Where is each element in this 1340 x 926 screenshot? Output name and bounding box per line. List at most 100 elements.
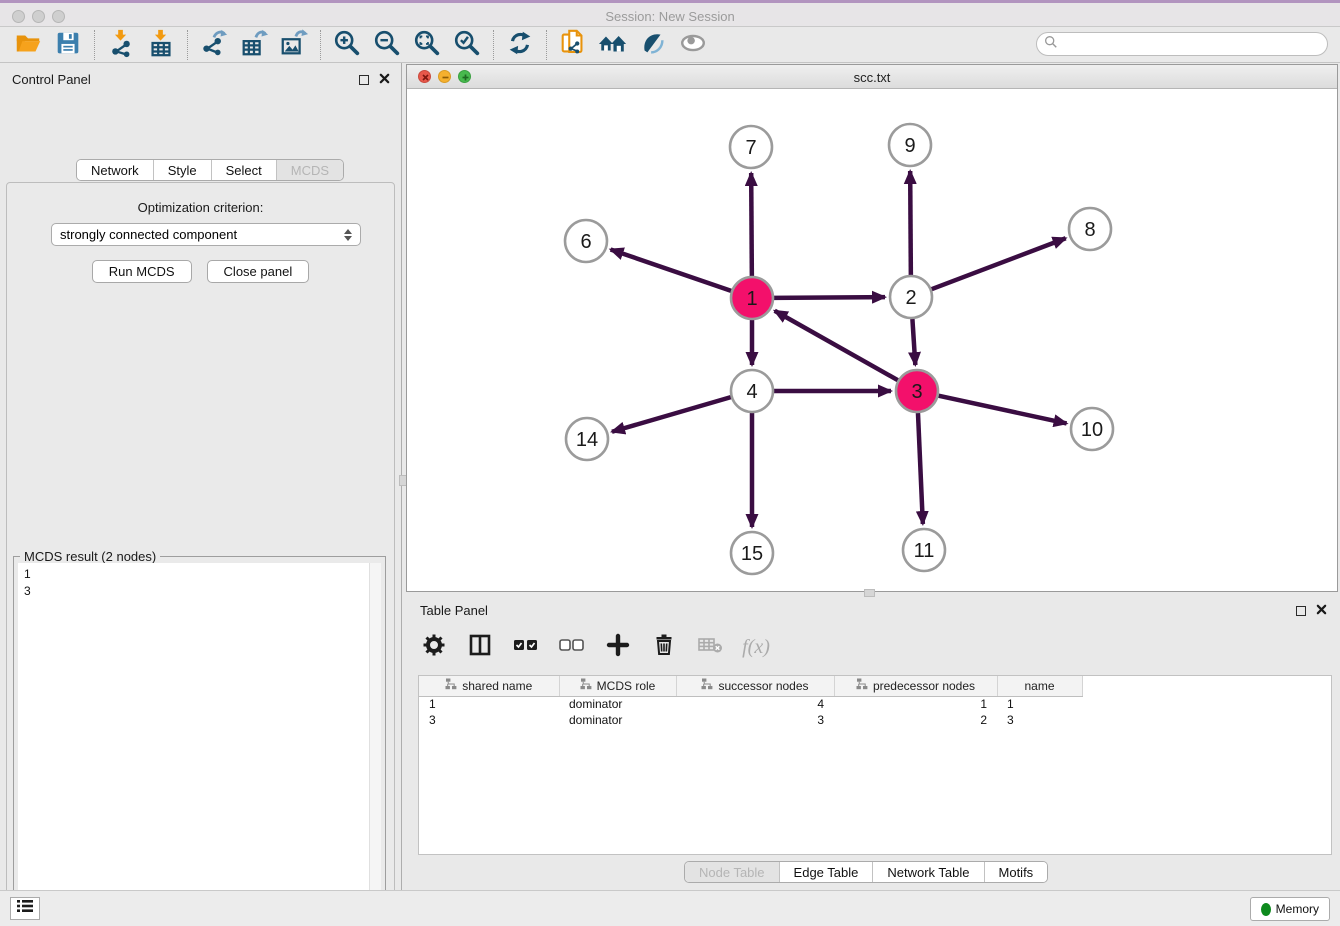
mcds-result-text[interactable]: 1 3 bbox=[18, 563, 369, 926]
table-cell[interactable]: 1 bbox=[419, 696, 559, 712]
open-folder-icon bbox=[13, 28, 43, 63]
network-canvas[interactable]: 7 9 6 8 1 2 4 3 14 10 15 11 bbox=[407, 89, 1337, 591]
edge-1-2[interactable] bbox=[774, 297, 885, 298]
table-cell[interactable]: 1 bbox=[997, 696, 1082, 712]
table-cell[interactable]: 1 bbox=[834, 696, 997, 712]
edge-2-9[interactable] bbox=[910, 171, 911, 275]
close-table-panel-button[interactable] bbox=[1314, 604, 1328, 618]
svg-text:3: 3 bbox=[911, 381, 922, 403]
table-cell[interactable]: 3 bbox=[997, 712, 1082, 728]
add-column-button[interactable] bbox=[602, 631, 634, 663]
search-input[interactable] bbox=[1063, 37, 1327, 51]
edge-4-14[interactable] bbox=[612, 397, 731, 432]
node-4[interactable]: 4 bbox=[731, 370, 773, 412]
flow-icon bbox=[580, 678, 592, 693]
network-window-titlebar[interactable]: scc.txt bbox=[407, 65, 1337, 89]
style-preview-button[interactable] bbox=[633, 29, 673, 61]
task-history-button[interactable] bbox=[10, 897, 40, 920]
zoom-in-button[interactable] bbox=[327, 29, 367, 61]
run-mcds-button[interactable]: Run MCDS bbox=[92, 260, 192, 283]
select-all-button[interactable] bbox=[510, 631, 542, 663]
node-10[interactable]: 10 bbox=[1071, 408, 1113, 450]
float-table-panel-button[interactable] bbox=[1294, 604, 1308, 618]
column-header-shared-name[interactable]: shared name bbox=[419, 676, 559, 696]
table-tab-motifs[interactable]: Motifs bbox=[985, 862, 1048, 882]
svg-text:10: 10 bbox=[1081, 419, 1103, 441]
list-icon bbox=[17, 899, 33, 918]
edge-3-10[interactable] bbox=[938, 396, 1066, 424]
edge-2-8[interactable] bbox=[932, 238, 1066, 289]
edge-1-6[interactable] bbox=[611, 249, 732, 290]
export-network-button[interactable] bbox=[194, 29, 234, 61]
save-disk-icon bbox=[53, 28, 83, 63]
search-field[interactable] bbox=[1036, 32, 1328, 56]
flow-icon bbox=[701, 678, 713, 693]
result-scrollbar[interactable] bbox=[369, 563, 381, 926]
node-11[interactable]: 11 bbox=[903, 529, 945, 571]
node-14[interactable]: 14 bbox=[566, 418, 608, 460]
table-row[interactable]: 3dominator323 bbox=[419, 712, 1082, 728]
export-image-button[interactable] bbox=[274, 29, 314, 61]
edge-3-11[interactable] bbox=[918, 413, 923, 524]
node-7[interactable]: 7 bbox=[730, 126, 772, 168]
edge-3-1[interactable] bbox=[775, 311, 898, 380]
close-icon bbox=[379, 71, 390, 89]
table-cell[interactable]: 3 bbox=[676, 712, 834, 728]
criterion-select[interactable]: strongly connected component bbox=[51, 223, 361, 246]
zoom-selected-icon bbox=[452, 28, 482, 63]
table-cell[interactable]: 2 bbox=[834, 712, 997, 728]
import-network-button[interactable] bbox=[101, 29, 141, 61]
copy-network-button[interactable] bbox=[553, 29, 593, 61]
settings-button[interactable] bbox=[418, 631, 450, 663]
node-8[interactable]: 8 bbox=[1069, 208, 1111, 250]
control-panel: Control Panel NetworkStyleSelectMCDS Opt… bbox=[0, 63, 402, 890]
edge-1-7[interactable] bbox=[751, 173, 752, 276]
node-table[interactable]: shared nameMCDS rolesuccessor nodesprede… bbox=[418, 675, 1332, 855]
node-2[interactable]: 2 bbox=[890, 276, 932, 318]
export-table-button[interactable] bbox=[234, 29, 274, 61]
show-hide-button[interactable] bbox=[673, 29, 713, 61]
close-panel-button[interactable] bbox=[377, 73, 391, 87]
node-1[interactable]: 1 bbox=[731, 277, 773, 319]
node-15[interactable]: 15 bbox=[731, 532, 773, 574]
select-stepper-icon bbox=[344, 229, 352, 241]
apply-layout-button[interactable] bbox=[500, 29, 540, 61]
float-panel-button[interactable] bbox=[357, 73, 371, 87]
memory-status-icon bbox=[1261, 903, 1271, 916]
column-header-predecessor-nodes[interactable]: predecessor nodes bbox=[834, 676, 997, 696]
table-cell[interactable]: dominator bbox=[559, 712, 676, 728]
zoom-fit-button[interactable] bbox=[407, 29, 447, 61]
show-panels-button[interactable] bbox=[593, 29, 633, 61]
column-manager-button[interactable] bbox=[464, 631, 496, 663]
tab-select[interactable]: Select bbox=[212, 160, 277, 180]
edge-2-3[interactable] bbox=[912, 319, 915, 365]
save-session-button[interactable] bbox=[48, 29, 88, 61]
table-row[interactable]: 1dominator411 bbox=[419, 696, 1082, 712]
deselect-all-button[interactable] bbox=[556, 631, 588, 663]
table-cell[interactable]: 4 bbox=[676, 696, 834, 712]
open-session-button[interactable] bbox=[8, 29, 48, 61]
table-cell[interactable]: dominator bbox=[559, 696, 676, 712]
column-header-MCDS-role[interactable]: MCDS role bbox=[559, 676, 676, 696]
column-header-name[interactable]: name bbox=[997, 676, 1082, 696]
column-header-successor-nodes[interactable]: successor nodes bbox=[676, 676, 834, 696]
table-cell[interactable]: 3 bbox=[419, 712, 559, 728]
table-tab-network-table[interactable]: Network Table bbox=[873, 862, 984, 882]
tab-style[interactable]: Style bbox=[154, 160, 212, 180]
tab-mcds[interactable]: MCDS bbox=[277, 160, 343, 180]
svg-text:15: 15 bbox=[741, 543, 763, 565]
export-network-icon bbox=[199, 28, 229, 63]
zoom-out-button[interactable] bbox=[367, 29, 407, 61]
memory-button[interactable]: Memory bbox=[1250, 897, 1330, 921]
table-tab-edge-table[interactable]: Edge Table bbox=[780, 862, 874, 882]
tab-network[interactable]: Network bbox=[77, 160, 154, 180]
import-table-button[interactable] bbox=[141, 29, 181, 61]
table-tab-node-table[interactable]: Node Table bbox=[685, 862, 780, 882]
node-3[interactable]: 3 bbox=[896, 370, 938, 412]
close-panel-button-mcds[interactable]: Close panel bbox=[207, 260, 310, 283]
delete-column-button[interactable] bbox=[648, 631, 680, 663]
zoom-selected-button[interactable] bbox=[447, 29, 487, 61]
node-9[interactable]: 9 bbox=[889, 124, 931, 166]
gear-icon bbox=[422, 633, 446, 662]
node-6[interactable]: 6 bbox=[565, 220, 607, 262]
